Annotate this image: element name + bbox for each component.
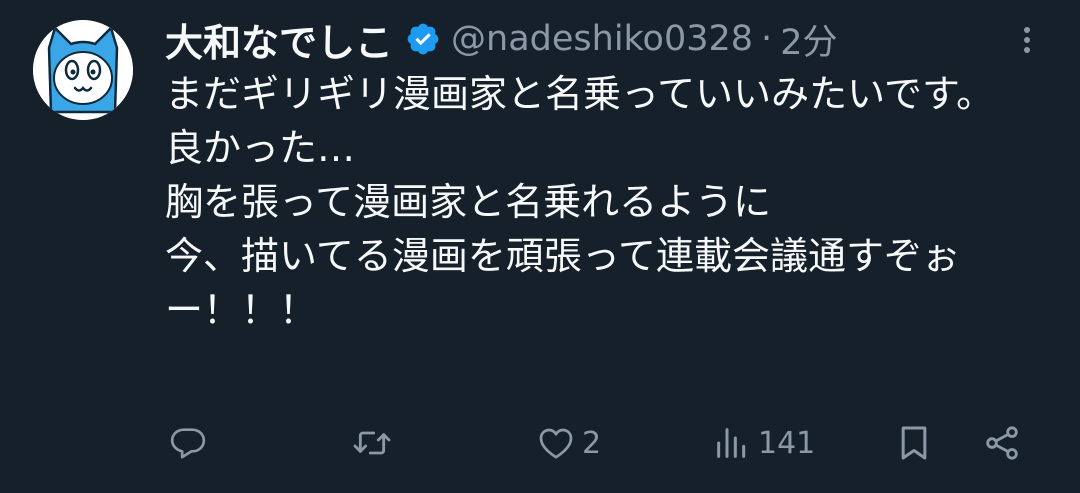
tweet-text: まだギリギリ漫画家と名乗っていいみたいです。 良かった… 胸を張って漫画家と名乗… — [165, 72, 995, 332]
retweet-icon — [352, 423, 392, 463]
share-icon — [982, 423, 1022, 463]
action-bar: 2 141 — [0, 415, 1080, 471]
cat-face-avatar-icon — [33, 20, 133, 120]
bookmark-button[interactable] — [894, 415, 934, 471]
like-button[interactable]: 2 — [536, 415, 601, 471]
handle[interactable]: @nadeshiko0328 — [451, 19, 753, 59]
views-count: 141 — [758, 425, 816, 461]
more-vertical-icon[interactable] — [1012, 22, 1042, 58]
display-name[interactable]: 大和なでしこ — [165, 12, 393, 67]
retweet-button[interactable] — [352, 415, 392, 471]
avatar[interactable] — [33, 20, 133, 120]
verified-badge-icon — [405, 21, 441, 57]
separator-dot: · — [761, 19, 773, 59]
reply-icon — [168, 423, 208, 463]
bookmark-icon — [894, 423, 934, 463]
views-icon — [712, 423, 752, 463]
views-button[interactable]: 141 — [712, 415, 815, 471]
like-count: 2 — [582, 425, 602, 461]
tweet-header: 大和なでしこ @nadeshiko0328 · 2分 — [165, 12, 837, 66]
timestamp[interactable]: 2分 — [780, 14, 837, 65]
share-button[interactable] — [982, 415, 1022, 471]
reply-button[interactable] — [168, 415, 208, 471]
heart-icon — [536, 423, 576, 463]
